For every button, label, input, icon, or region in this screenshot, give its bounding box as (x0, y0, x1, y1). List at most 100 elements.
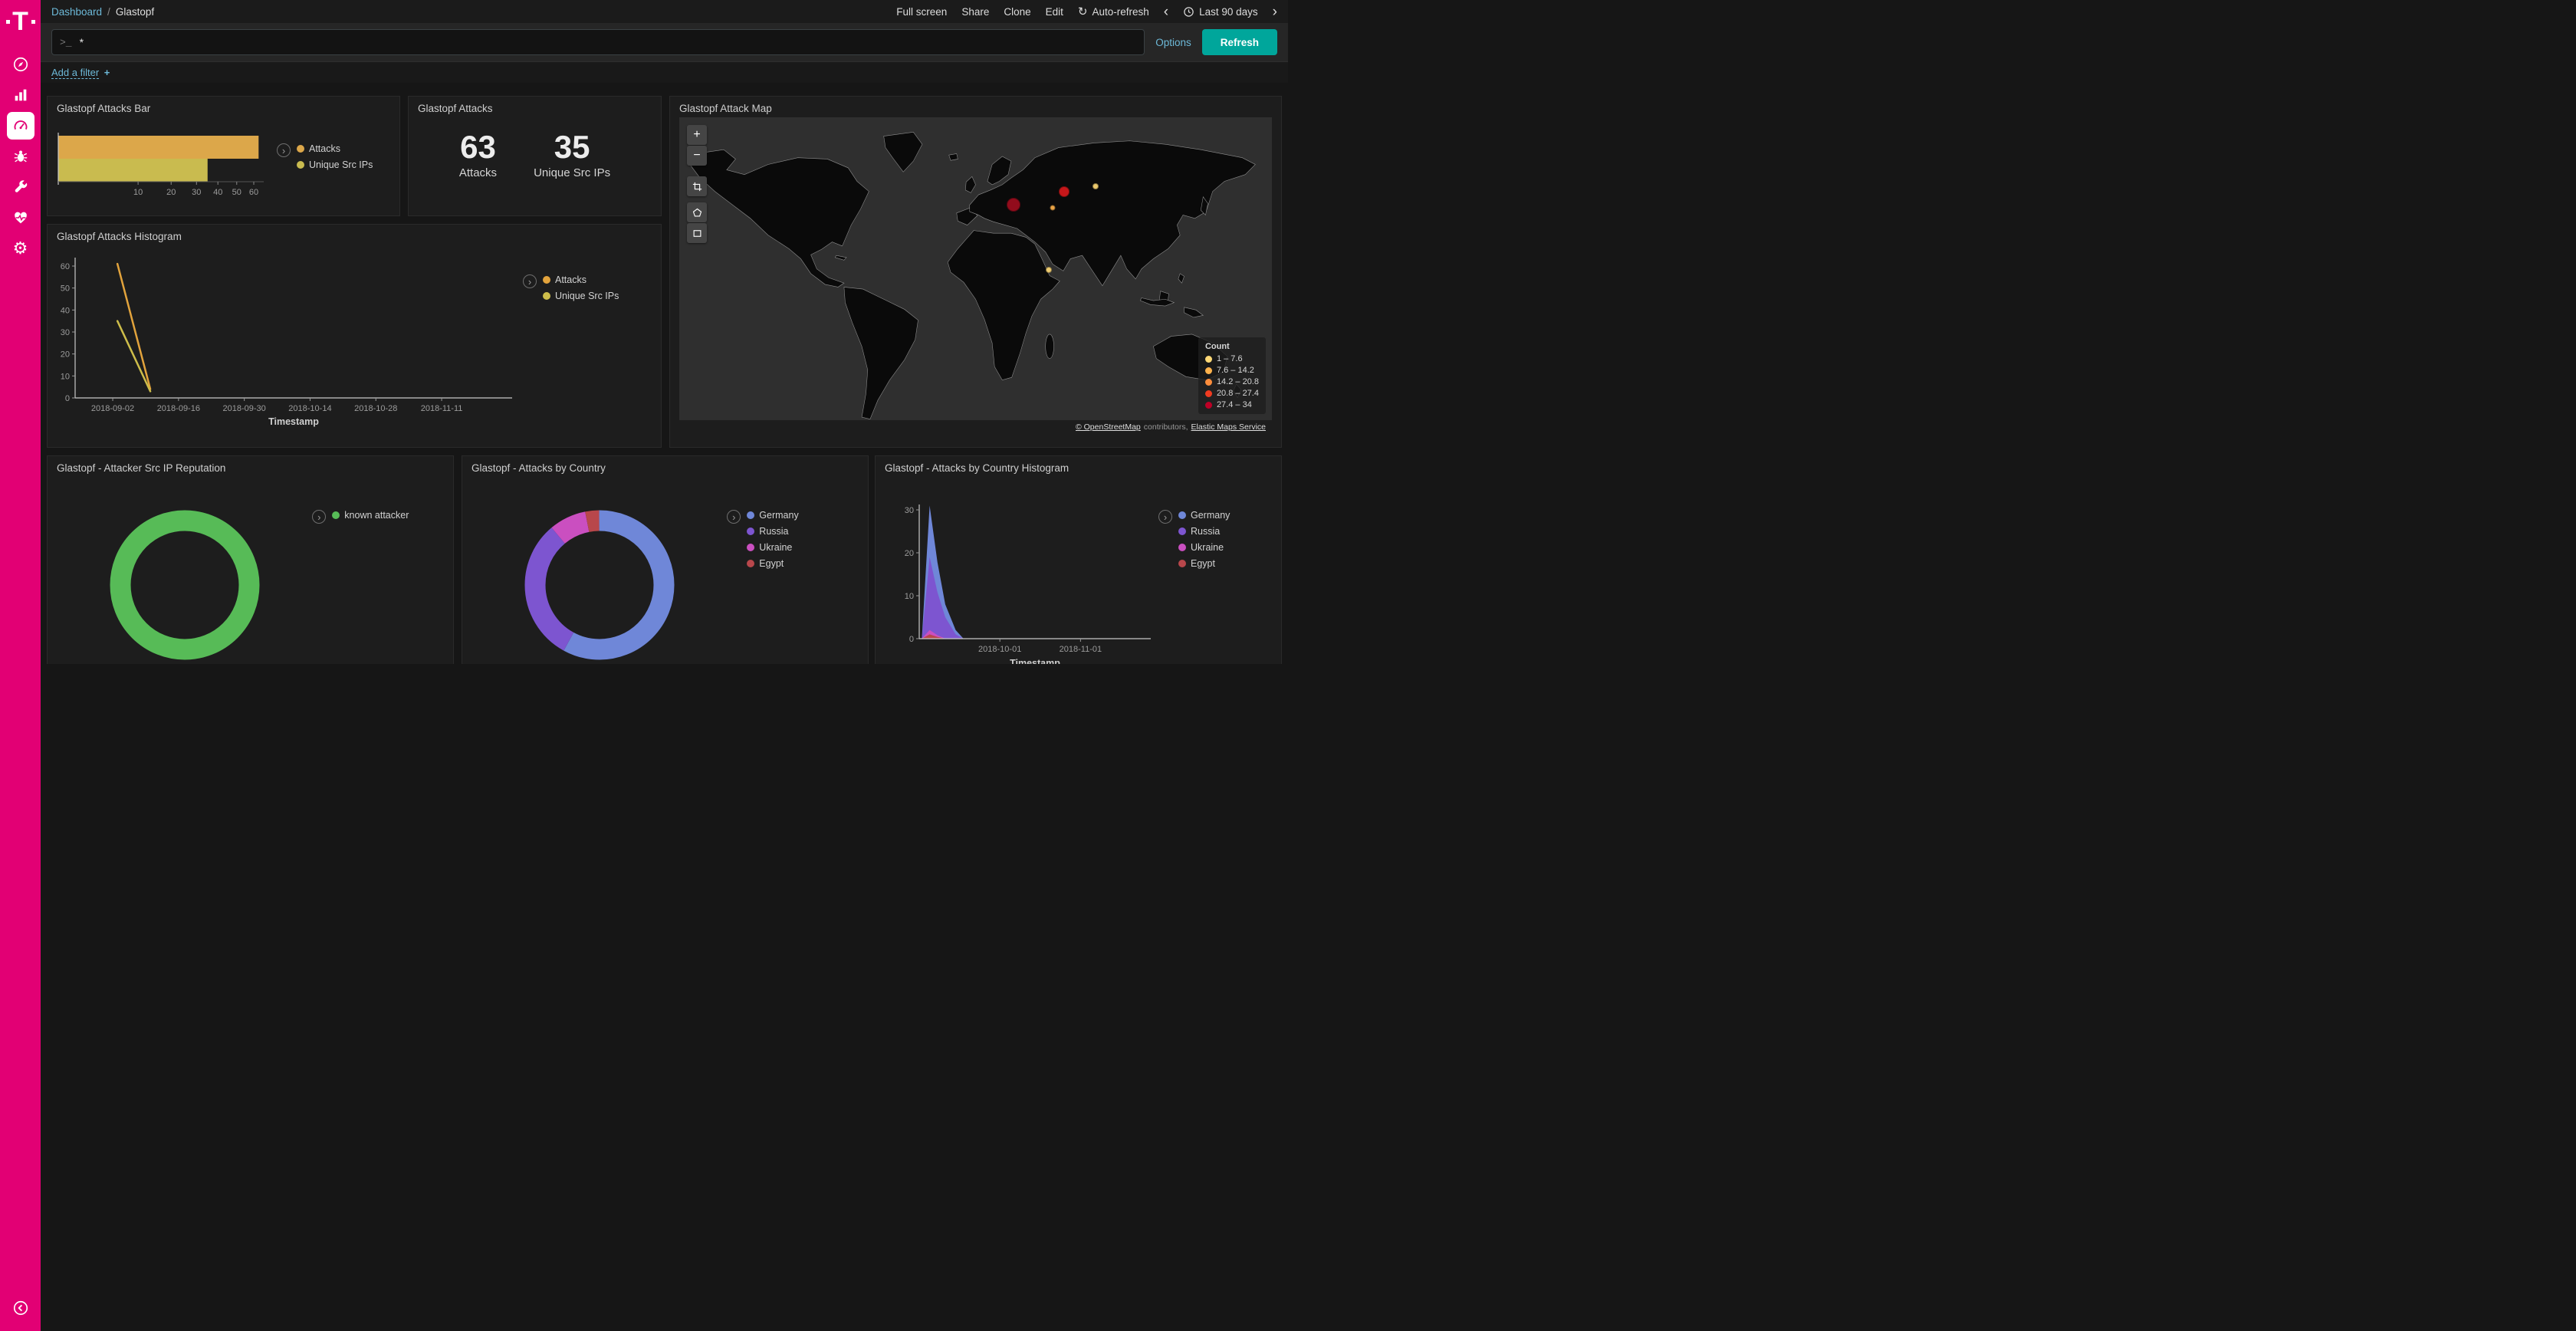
attribution-text: contributors, (1144, 422, 1188, 432)
sidebar-collapse-button[interactable] (7, 1294, 34, 1322)
metric-value: 63 (459, 130, 497, 165)
osm-link[interactable]: © OpenStreetMap (1076, 422, 1141, 432)
map-legend-item: 7.6 – 14.2 (1205, 366, 1259, 375)
legend-color-dot (297, 145, 304, 153)
add-filter-label: Add a filter (51, 67, 99, 79)
share-button[interactable]: Share (961, 6, 989, 18)
panel-glastopf-attacks-histogram: Glastopf Attacks Histogram 0102030405060… (47, 224, 662, 448)
time-range-picker[interactable]: Last 90 days (1183, 6, 1258, 18)
legend-item[interactable]: Russia (747, 526, 798, 537)
svg-text:30: 30 (192, 188, 201, 197)
svg-text:60: 60 (61, 262, 70, 271)
svg-text:50: 50 (232, 188, 242, 197)
svg-text:30: 30 (61, 328, 70, 337)
breadcrumb-dashboard-link[interactable]: Dashboard (51, 6, 102, 18)
map-legend-rows: 1 – 7.6 7.6 – 14.2 14.2 – 20.8 20.8 – 27.4 2… (1205, 354, 1259, 409)
query-bar: >_ * Options Refresh (41, 23, 1288, 62)
telekom-logo[interactable]: T (5, 5, 36, 38)
draw-rectangle-button[interactable] (687, 223, 707, 243)
country-donut-chart[interactable] (518, 503, 682, 664)
legend-range-label: 20.8 – 27.4 (1217, 389, 1259, 398)
legend-color-dot (543, 276, 550, 284)
clock-icon (1183, 6, 1194, 18)
svg-text:2018-09-16: 2018-09-16 (157, 404, 200, 413)
legend-label: Ukraine (1191, 542, 1224, 553)
legend-item[interactable]: Egypt (747, 558, 798, 569)
zoom-in-button[interactable]: + (687, 125, 707, 145)
zoom-out-button[interactable]: − (687, 146, 707, 166)
attack-map[interactable]: + − (679, 117, 1272, 434)
sidebar-item-dashboard[interactable] (7, 112, 34, 140)
donut-chart-area (57, 475, 312, 664)
legend-expand-icon[interactable]: › (523, 274, 537, 288)
compass-icon (12, 56, 29, 73)
legend-item[interactable]: Ukraine (1178, 542, 1230, 553)
legend-item[interactable]: Germany (1178, 510, 1230, 521)
legend-range-label: 1 – 7.6 (1217, 354, 1243, 363)
app-sidebar: T (0, 0, 41, 1331)
legend-color-dot (747, 560, 754, 567)
legend-expand-icon[interactable]: › (312, 510, 326, 524)
add-filter-link[interactable]: Add a filter + (51, 67, 110, 78)
time-forward-chevron[interactable]: › (1273, 5, 1277, 19)
country-legend: › Germany Russia Ukraine Egypt (727, 475, 798, 664)
svg-text:2018-10-28: 2018-10-28 (354, 404, 397, 413)
legend-label: Unique Src IPs (555, 291, 619, 301)
sidebar-item-honeypot[interactable] (7, 143, 34, 170)
query-options-link[interactable]: Options (1155, 37, 1191, 48)
legend-expand-icon[interactable]: › (727, 510, 741, 524)
legend-label: Unique Src IPs (309, 159, 373, 170)
map-legend-item: 27.4 – 34 (1205, 400, 1259, 409)
svg-text:2018-11-01: 2018-11-01 (1060, 645, 1102, 654)
legend-item[interactable]: Attacks (543, 274, 619, 285)
draw-polygon-button[interactable] (687, 202, 707, 222)
sidebar-item-compass[interactable] (7, 51, 34, 78)
legend-expand-icon[interactable]: › (1158, 510, 1172, 524)
map-legend-title: Count (1205, 342, 1259, 351)
legend-color-dot (1178, 527, 1186, 535)
top-nav: Dashboard / Glastopf Full screen Share C… (41, 0, 1288, 23)
dashboard-grid: Glastopf Attacks Bar 102030405060 ›Attac… (41, 83, 1288, 664)
sidebar-item-visualize[interactable] (7, 81, 34, 109)
sidebar-item-health[interactable] (7, 204, 34, 232)
map-controls: + − (687, 125, 707, 243)
map-attribution: © OpenStreetMap contributors, Elastic Ma… (679, 420, 1272, 434)
horizontal-bar-chart[interactable]: 102030405060 (57, 116, 277, 202)
full-screen-button[interactable]: Full screen (896, 6, 947, 18)
sidebar-item-tools[interactable] (7, 173, 34, 201)
legend-label: Attacks (309, 143, 340, 154)
auto-refresh-button[interactable]: ↻ Auto-refresh (1078, 5, 1149, 18)
sidebar-item-settings[interactable]: ⚙ (7, 235, 34, 262)
panel-attacks-by-country: Glastopf - Attacks by Country ›GermanyRu… (462, 455, 869, 664)
fit-data-bounds-button[interactable] (687, 176, 707, 196)
legend-item[interactable]: Ukraine (747, 542, 798, 553)
legend-label: Germany (1191, 510, 1230, 521)
legend-expand-icon[interactable]: › (277, 143, 291, 157)
ems-link[interactable]: Elastic Maps Service (1191, 422, 1266, 432)
svg-text:10: 10 (61, 372, 70, 381)
legend-range-label: 14.2 – 20.8 (1217, 377, 1259, 386)
world-map (679, 117, 1272, 434)
legend-item[interactable]: Russia (1178, 526, 1230, 537)
time-back-chevron[interactable]: ‹ (1164, 5, 1168, 19)
rectangle-icon (692, 228, 703, 239)
legend-item[interactable]: Germany (747, 510, 798, 521)
refresh-button[interactable]: Refresh (1202, 29, 1277, 55)
country-area-chart[interactable]: 01020302018-10-012018-11-01Timestamp (885, 475, 1158, 664)
legend-item[interactable]: Unique Src IPs (543, 291, 619, 301)
clone-button[interactable]: Clone (1004, 6, 1030, 18)
attacks-line-chart[interactable]: 01020304050602018-09-022018-09-162018-09… (57, 244, 523, 437)
sidebar-nav: ⚙ (7, 51, 34, 262)
legend-item[interactable]: Unique Src IPs (297, 159, 373, 170)
reputation-donut-chart[interactable] (103, 503, 267, 664)
search-query-input[interactable]: >_ * (51, 29, 1145, 55)
svg-text:30: 30 (905, 506, 914, 515)
legend-item[interactable]: Attacks (297, 143, 373, 154)
metric-attacks: 63 Attacks (459, 130, 497, 205)
legend-label: Egypt (759, 558, 784, 569)
svg-text:2018-11-11: 2018-11-11 (421, 404, 463, 413)
metric-label: Attacks (459, 166, 497, 179)
legend-item[interactable]: Egypt (1178, 558, 1230, 569)
legend-item[interactable]: known attacker (332, 510, 409, 521)
edit-button[interactable]: Edit (1046, 6, 1063, 18)
